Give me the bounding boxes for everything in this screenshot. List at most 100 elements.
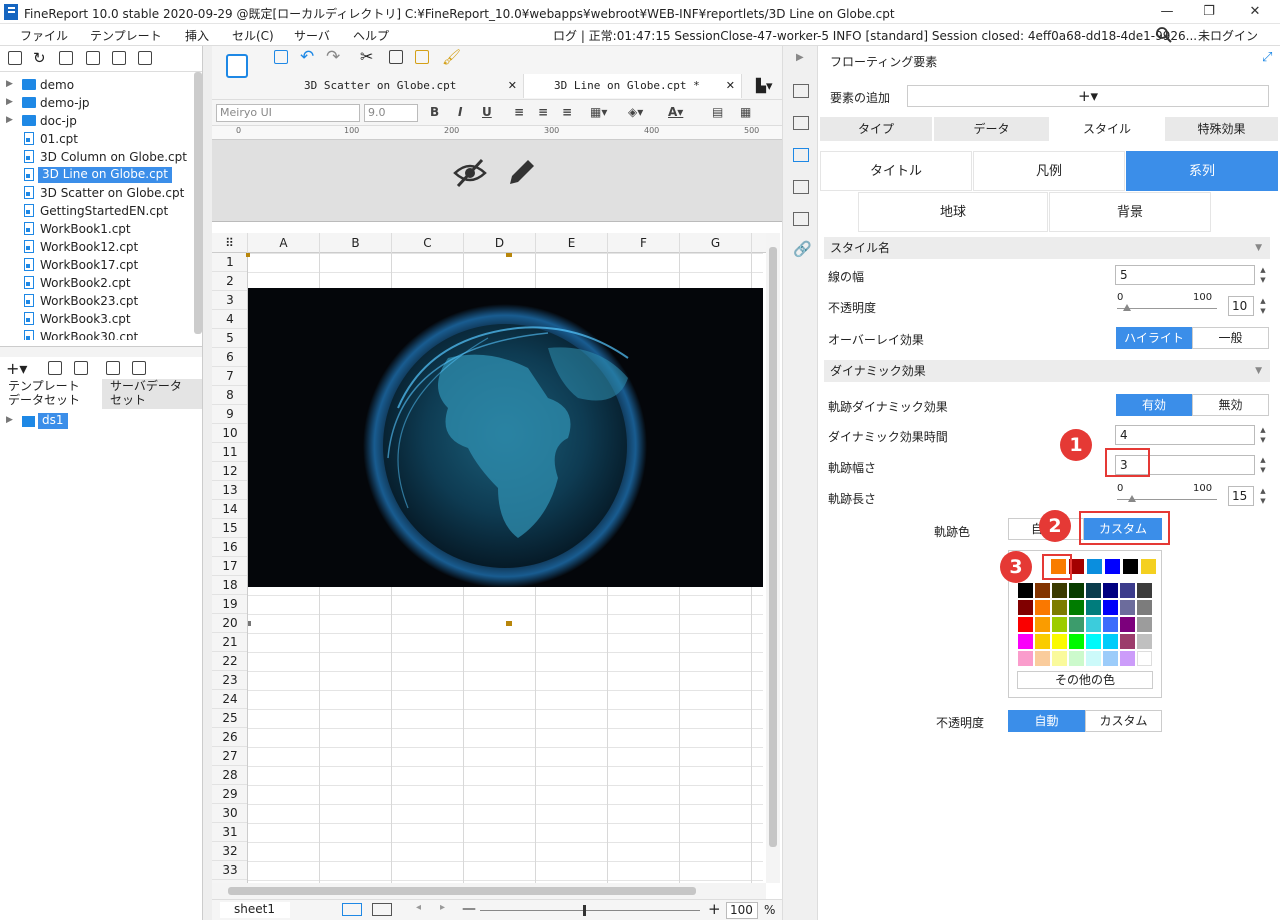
- color-swatch[interactable]: [1018, 600, 1033, 615]
- vertical-scrollbar[interactable]: [766, 233, 780, 883]
- menu-insert[interactable]: 挿入: [185, 27, 209, 44]
- undo-icon[interactable]: ↶: [300, 47, 314, 67]
- color-swatch[interactable]: [1069, 583, 1084, 598]
- zoom-in-icon[interactable]: +: [708, 900, 721, 918]
- row-header-cell[interactable]: 22: [212, 652, 247, 671]
- color-swatch[interactable]: [1087, 559, 1102, 574]
- row-header-cell[interactable]: 31: [212, 823, 247, 842]
- unmerge-icon[interactable]: ▦: [740, 105, 751, 119]
- copy-icon[interactable]: [389, 50, 403, 64]
- properties-icon[interactable]: [59, 51, 73, 65]
- color-swatch[interactable]: [1137, 583, 1152, 598]
- format-painter-icon[interactable]: 🖌: [442, 48, 461, 66]
- add-element-button[interactable]: +▾: [907, 85, 1269, 107]
- color-swatch[interactable]: [1052, 583, 1067, 598]
- tab-3d-scatter[interactable]: 3D Scatter on Globe.cpt ✕: [274, 74, 524, 98]
- link-icon[interactable]: 🔗: [793, 240, 812, 258]
- fill-color-icon[interactable]: ◈▾: [628, 105, 643, 119]
- left-splitter[interactable]: [202, 46, 212, 920]
- row-header-cell[interactable]: 16: [212, 538, 247, 557]
- tree-item[interactable]: ▶ demo-jp: [0, 94, 200, 112]
- search-icon[interactable]: [1155, 26, 1173, 44]
- close-tab-icon[interactable]: ✕: [508, 74, 517, 98]
- condition-icon[interactable]: [793, 212, 809, 226]
- add-dataset-icon[interactable]: +▾: [6, 359, 27, 378]
- tree-item[interactable]: 3D Column on Globe.cpt: [0, 148, 200, 166]
- zoom-knob[interactable]: [583, 905, 586, 916]
- color-swatch[interactable]: [1035, 617, 1050, 632]
- column-header-cell[interactable]: A: [248, 233, 320, 253]
- log-status[interactable]: ログ | 正常:01:47:15 SessionClose-47-worker-…: [553, 27, 1197, 44]
- overlay-normal-button[interactable]: 一般: [1192, 327, 1269, 349]
- trail-enable-button[interactable]: 有効: [1116, 394, 1192, 416]
- color-swatch[interactable]: [1018, 583, 1033, 598]
- color-swatch[interactable]: [1137, 634, 1152, 649]
- tree-scrollbar[interactable]: [194, 72, 202, 334]
- align-center-icon[interactable]: ≡: [538, 105, 548, 119]
- tree-item[interactable]: ▶ doc-jp: [0, 112, 200, 130]
- color-swatch[interactable]: [1052, 634, 1067, 649]
- align-left-icon[interactable]: ≡: [514, 105, 524, 119]
- menu-help[interactable]: ヘルプ: [353, 27, 389, 44]
- color-swatch[interactable]: [1086, 600, 1101, 615]
- expand-arrow-icon[interactable]: ▶: [6, 415, 13, 425]
- anchor-handle[interactable]: [506, 253, 512, 257]
- row-header-cell[interactable]: 2: [212, 272, 247, 291]
- row-header-cell[interactable]: 18: [212, 576, 247, 595]
- anchor-handle[interactable]: [246, 253, 250, 257]
- restore-icon[interactable]: ❐: [1199, 2, 1219, 22]
- dynamic-time-input[interactable]: 4: [1115, 425, 1255, 445]
- color-swatch[interactable]: [1035, 600, 1050, 615]
- close-tab-icon[interactable]: ✕: [726, 74, 735, 98]
- save-icon[interactable]: [274, 50, 288, 64]
- color-swatch[interactable]: [1103, 617, 1118, 632]
- anchor-handle[interactable]: [506, 621, 512, 626]
- row-header-cell[interactable]: 24: [212, 690, 247, 709]
- row-header-cell[interactable]: 7: [212, 367, 247, 386]
- pencil-icon[interactable]: [504, 156, 538, 190]
- subtab-title[interactable]: タイトル: [820, 151, 972, 191]
- color-swatch[interactable]: [1086, 583, 1101, 598]
- color-swatch[interactable]: [1103, 634, 1118, 649]
- overlay-highlight-button[interactable]: ハイライト: [1116, 327, 1192, 349]
- color-swatch[interactable]: [1105, 559, 1120, 574]
- select-all-corner[interactable]: ⠿: [212, 233, 248, 253]
- section-style-name[interactable]: スタイル名 ▼: [824, 237, 1270, 259]
- horizontal-scrollbar[interactable]: [212, 883, 766, 899]
- more-colors-button[interactable]: その他の色: [1017, 671, 1153, 689]
- expand-arrow-icon[interactable]: ▶: [6, 79, 13, 89]
- tab-data[interactable]: データ: [934, 117, 1049, 141]
- row-header-cell[interactable]: 3: [212, 291, 247, 310]
- expand-arrow-icon[interactable]: ▶: [6, 115, 13, 125]
- color-swatch[interactable]: [1103, 600, 1118, 615]
- trash-icon[interactable]: [74, 361, 88, 375]
- subtab-legend[interactable]: 凡例: [973, 151, 1125, 191]
- row-header-cell[interactable]: 15: [212, 519, 247, 538]
- tree-item[interactable]: 01.cpt: [0, 130, 200, 148]
- color-swatch[interactable]: [1018, 634, 1033, 649]
- color-swatch[interactable]: [1120, 583, 1135, 598]
- tab-type[interactable]: タイプ: [820, 117, 932, 141]
- tree-item[interactable]: 3D Scatter on Globe.cpt: [0, 184, 200, 202]
- edit-icon[interactable]: [48, 361, 62, 375]
- row-header-cell[interactable]: 25: [212, 709, 247, 728]
- color-swatch[interactable]: [1137, 651, 1152, 666]
- color-swatch[interactable]: [1069, 651, 1084, 666]
- color-swatch[interactable]: [1018, 617, 1033, 632]
- prev-sheet-icon[interactable]: ◂: [416, 902, 421, 913]
- row-header-cell[interactable]: 10: [212, 424, 247, 443]
- row-header-cell[interactable]: 20: [212, 614, 247, 633]
- color-swatch[interactable]: [1120, 651, 1135, 666]
- widget-icon[interactable]: [793, 180, 809, 194]
- zoom-out-icon[interactable]: —: [462, 901, 476, 917]
- redo-icon[interactable]: ↷: [326, 47, 340, 67]
- tab-3d-line[interactable]: 3D Line on Globe.cpt * ✕: [524, 74, 742, 98]
- color-swatch[interactable]: [1086, 634, 1101, 649]
- color-swatch[interactable]: [1120, 617, 1135, 632]
- tree-item[interactable]: WorkBook2.cpt: [0, 274, 200, 292]
- zoom-input[interactable]: 100: [726, 902, 758, 919]
- color-swatch[interactable]: [1035, 583, 1050, 598]
- dataset-settings-icon[interactable]: [132, 361, 146, 375]
- row-header-cell[interactable]: 21: [212, 633, 247, 652]
- add-report-icon[interactable]: [372, 903, 392, 916]
